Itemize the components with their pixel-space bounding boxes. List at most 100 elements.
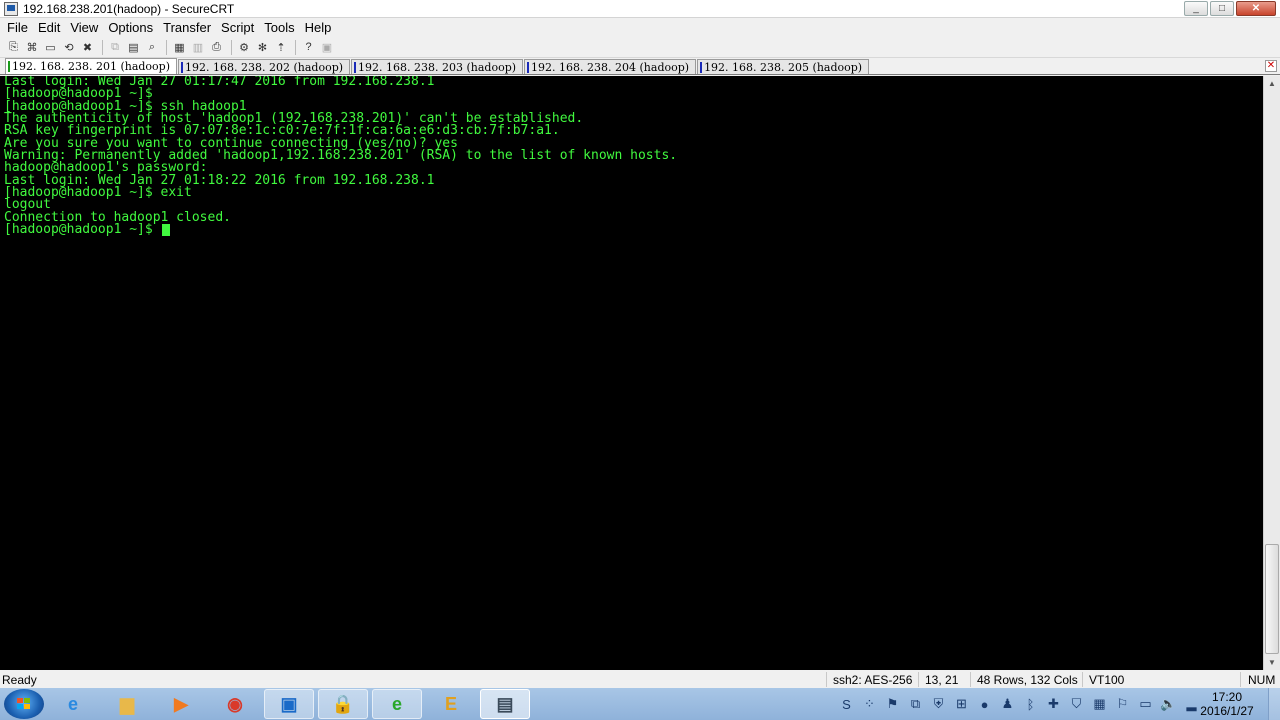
bluetooth-icon[interactable]: ᛒ (1022, 696, 1039, 713)
terminal-output[interactable]: Last login: Wed Jan 27 01:17:47 2016 fro… (0, 76, 1263, 670)
reconnect-icon[interactable]: ⟲ (61, 39, 78, 55)
terminal-prompt-line[interactable]: [hadoop@hadoop1 ~]$ (4, 223, 1263, 237)
print-icon[interactable]: ⎙ (208, 39, 225, 55)
sftp-icon[interactable]: ⇡ (273, 39, 290, 55)
show-desktop-button[interactable] (1268, 688, 1280, 720)
status-cursor-position: 13, 21 (925, 673, 959, 687)
scroll-down-icon[interactable]: ▼ (1264, 655, 1280, 670)
tab-session-205[interactable]: 192. 168. 238. 205 (hadoop) (697, 59, 870, 74)
session-tab-bar: 192. 168. 238. 201 (hadoop) 192. 168. 23… (0, 58, 1280, 75)
scroll-thumb[interactable] (1265, 544, 1279, 654)
minimize-button[interactable]: _ (1184, 1, 1208, 16)
scroll-up-icon[interactable]: ▲ (1264, 76, 1280, 91)
menu-file[interactable]: File (2, 20, 33, 35)
help-icon[interactable]: ? (300, 39, 317, 55)
terminal-scrollbar[interactable]: ▲ ▼ (1263, 76, 1280, 670)
session-options-icon[interactable]: ⚙ (236, 39, 253, 55)
menu-script[interactable]: Script (216, 20, 259, 35)
network-monitor-icon[interactable]: ▦ (1091, 696, 1108, 713)
securecrt-window: 192.168.238.201(hadoop) - SecureCRT _ □ … (0, 0, 1280, 688)
tab-session-203[interactable]: 192. 168. 238. 203 (hadoop) (351, 59, 524, 74)
display-icon[interactable]: ▭ (1137, 696, 1154, 713)
toolbar-separator (295, 39, 296, 55)
status-divider (1082, 672, 1083, 687)
tab-status-icon (700, 62, 703, 73)
shield-tray-icon[interactable]: ⛨ (930, 696, 947, 713)
qq-icon[interactable]: ♟ (999, 696, 1016, 713)
tab-label: 192. 168. 238. 204 (hadoop) (531, 60, 690, 74)
tab-status-icon (8, 61, 10, 72)
close-tab-icon[interactable]: ✕ (1265, 60, 1277, 72)
everything-icon[interactable]: E (426, 689, 476, 719)
terminal-line: [hadoop@hadoop1 ~]$ exit (4, 185, 192, 201)
maximize-button[interactable]: □ (1210, 1, 1234, 16)
windows-tray-icon[interactable]: ⊞ (953, 696, 970, 713)
terminal-line: Last login: Wed Jan 27 01:17:47 2016 fro… (4, 76, 435, 89)
close-button[interactable]: ✕ (1236, 1, 1276, 16)
tray-dots-icon[interactable]: ⁘ (861, 696, 878, 713)
menu-view[interactable]: View (65, 20, 103, 35)
chrome-icon[interactable]: ◉ (210, 689, 260, 719)
tab-label: 192. 168. 238. 202 (hadoop) (185, 60, 344, 74)
red-flag-icon[interactable]: ⚑ (884, 696, 901, 713)
terminal-line: Connection to hadoop1 closed. (4, 209, 231, 225)
tab-session-201[interactable]: 192. 168. 238. 201 (hadoop) (5, 58, 178, 74)
status-divider (970, 672, 971, 687)
security-icon[interactable]: ⛉ (1068, 696, 1085, 713)
plus-icon[interactable]: ✚ (1045, 696, 1062, 713)
print-selection-icon[interactable]: ▥ (190, 39, 207, 55)
toolbar-separator (166, 39, 167, 55)
securecrt-app-icon[interactable] (4, 1, 18, 16)
menu-tools[interactable]: Tools (259, 20, 299, 35)
tab-label: 192. 168. 238. 201 (hadoop) (12, 60, 171, 73)
paste-icon[interactable]: ▤ (125, 39, 142, 55)
sogou-input-icon[interactable]: S (838, 696, 855, 713)
connect-icon[interactable]: ⎘ (5, 39, 22, 55)
copy-icon[interactable]: ⧉ (107, 39, 124, 55)
status-cipher: ssh2: AES-256 (833, 673, 913, 687)
vmware-icon[interactable]: ▣ (264, 689, 314, 719)
securecrt-icon[interactable]: ▤ (480, 689, 530, 719)
connect-in-tab-icon[interactable]: ▭ (42, 39, 59, 55)
volume-icon[interactable]: 🔈 (1160, 696, 1177, 713)
action-center-icon[interactable]: ⚐ (1114, 696, 1131, 713)
start-button[interactable] (4, 689, 44, 719)
taskbar-clock[interactable]: 17:20 2016/1/27 (1192, 690, 1262, 718)
tab-session-202[interactable]: 192. 168. 238. 202 (hadoop) (178, 59, 351, 74)
title-bar: 192.168.238.201(hadoop) - SecureCRT _ □ … (0, 0, 1280, 18)
status-terminal-size: 48 Rows, 132 Cols (977, 673, 1078, 687)
clock-time: 17:20 (1211, 690, 1243, 704)
find-icon[interactable]: ⌕ (144, 39, 161, 55)
map-keys-icon[interactable]: ▣ (319, 39, 336, 55)
menu-options[interactable]: Options (103, 20, 158, 35)
disconnect-icon[interactable]: ✖ (79, 39, 96, 55)
copy-tray-icon[interactable]: ⧉ (907, 696, 924, 713)
status-divider (918, 672, 919, 687)
ie-icon[interactable]: e (48, 689, 98, 719)
green-browser-icon[interactable]: e (372, 689, 422, 719)
menu-bar: File Edit View Options Transfer Script T… (0, 18, 1280, 37)
yellow-ball-icon[interactable]: ● (976, 696, 993, 713)
toolbar-separator (101, 39, 103, 55)
tab-status-icon (354, 62, 357, 73)
status-divider (826, 672, 827, 687)
menu-help[interactable]: Help (300, 20, 337, 35)
global-options-icon[interactable]: ✻ (254, 39, 271, 55)
menu-transfer[interactable]: Transfer (158, 20, 216, 35)
tab-session-204[interactable]: 192. 168. 238. 204 (hadoop) (524, 59, 697, 74)
explorer-icon[interactable]: ▆ (102, 689, 152, 719)
tab-status-icon (181, 62, 184, 73)
media-player-icon[interactable]: ▶ (156, 689, 206, 719)
window-title: 192.168.238.201(hadoop) - SecureCRT (23, 1, 235, 16)
menu-edit[interactable]: Edit (33, 20, 65, 35)
terminal-line: Last login: Wed Jan 27 01:18:22 2016 fro… (4, 172, 435, 188)
quick-connect-icon[interactable]: ⌘ (24, 39, 41, 55)
toolbar-separator (230, 39, 232, 55)
status-numlock: NUM (1248, 673, 1276, 687)
status-divider (1240, 672, 1241, 687)
tab-label: 192. 168. 238. 203 (hadoop) (358, 60, 517, 74)
print-setup-icon[interactable]: ▦ (171, 39, 188, 55)
status-ready: Ready (2, 673, 37, 687)
status-emulation: VT100 (1089, 673, 1125, 687)
securecrt-key-icon[interactable]: 🔒 (318, 689, 368, 719)
